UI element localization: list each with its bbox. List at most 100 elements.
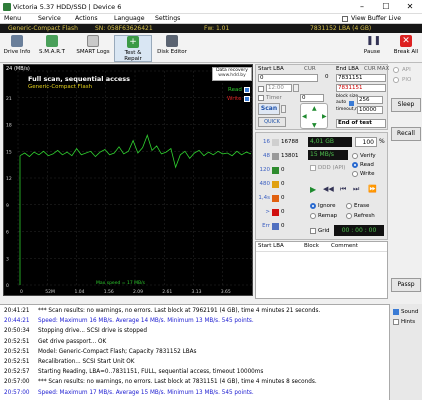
grid-timer: 00 : 00 : 00	[334, 225, 384, 236]
menu-item-language[interactable]: Language	[114, 15, 145, 22]
bin-color-swatch	[272, 209, 279, 216]
menu-item-actions[interactable]: Actions	[75, 15, 98, 22]
menu-item-service[interactable]: Service	[38, 15, 61, 22]
smart-logs-icon	[87, 35, 99, 47]
end-icon[interactable]: ⏩	[368, 185, 377, 193]
speed-display: 15 MB/s	[308, 150, 348, 160]
x-tick-label: 2.61	[162, 289, 172, 295]
api-radio[interactable]	[393, 67, 399, 73]
end-of-test-select[interactable]: End of test	[336, 119, 386, 128]
grid-checkbox[interactable]	[310, 228, 316, 234]
rewind-icon[interactable]: ◀◀	[323, 185, 334, 193]
ddd-checkbox[interactable]	[310, 165, 316, 171]
passp-button[interactable]: Passp	[391, 278, 421, 292]
arrow-up-icon[interactable]: ▲	[312, 105, 317, 112]
quick-button[interactable]: QUICK	[258, 117, 286, 127]
bin-ms-label: 48	[263, 153, 270, 159]
pio-radio[interactable]	[393, 77, 399, 83]
break-all-button[interactable]: ✕ Break All	[392, 35, 420, 62]
range-panel: Start LBA CUR End LBA CUR MAX 0 0 783115…	[255, 64, 389, 130]
arrow-right-icon[interactable]: ▶	[322, 113, 327, 120]
timer-spinner[interactable]	[293, 84, 299, 92]
erase-radio[interactable]	[346, 203, 352, 209]
col-start-lba[interactable]: Start LBA	[258, 243, 284, 249]
graph-subtitle: Generic-Compact Flash	[28, 84, 93, 90]
percent-sign: %	[379, 138, 385, 145]
log-row: 20:52:51 Model: Generic-Compact Flash; Ca…	[4, 349, 197, 359]
bin-count: 0	[281, 167, 285, 173]
write-radio[interactable]	[352, 171, 358, 177]
bin-color-swatch	[272, 167, 279, 174]
bin-count: 0	[281, 223, 285, 229]
write-label: Write	[360, 171, 375, 177]
sound-checkbox[interactable]	[393, 309, 399, 315]
pio-label: PIO	[402, 77, 412, 83]
start-lba-input[interactable]: 0	[258, 74, 318, 82]
grid-label: Grid	[318, 228, 330, 234]
test-repair-button[interactable]: + Test & Repair	[114, 35, 152, 62]
minimize-button[interactable]: –	[350, 0, 374, 14]
read-legend-checkbox[interactable]	[244, 87, 250, 93]
timer-time-input[interactable]: 12:00	[266, 84, 292, 92]
view-buffer-live-checkbox[interactable]	[342, 16, 348, 22]
scan-dropdown-icon[interactable]	[281, 105, 286, 113]
bin-count: 0	[281, 195, 285, 201]
col-block[interactable]: Block	[304, 243, 319, 249]
scan-button[interactable]: Scan	[258, 103, 280, 115]
recall-button[interactable]: Recall	[391, 127, 421, 141]
defects-table: Start LBA Block Comment	[255, 241, 388, 299]
close-button[interactable]: ✕	[398, 0, 422, 14]
stats-panel: 16 16788 48 13801 120 0 480 0 1,4s 0 >0 Err 0 4,01 G…	[255, 132, 388, 240]
x-tick-label: 0	[20, 289, 23, 295]
timer-value-input[interactable]: 0	[300, 94, 324, 102]
auto-checkbox[interactable]	[349, 101, 354, 106]
remap-radio[interactable]	[310, 213, 316, 219]
bin-count: 16788	[281, 139, 299, 145]
skip-back-icon[interactable]: ⏮	[340, 185, 346, 194]
bin-color-swatch	[272, 181, 279, 188]
block-size-select[interactable]: 256	[357, 96, 383, 104]
disk-editor-button[interactable]: Disk Editor	[156, 35, 188, 62]
y-tick-label: 3	[6, 256, 9, 262]
smart-button[interactable]: S.M.A.R.T	[36, 35, 68, 62]
verify-radio[interactable]	[352, 153, 358, 159]
ignore-radio[interactable]	[310, 203, 316, 209]
verify-label: Verify	[360, 153, 376, 159]
smart-logs-button[interactable]: SMART Logs	[76, 35, 110, 62]
timer-clock-checkbox[interactable]	[258, 86, 264, 92]
log-row: 20:52:51 Recalibration... SCSI Start Unit…	[4, 359, 135, 369]
refresh-radio[interactable]	[346, 213, 352, 219]
drive-info-button[interactable]: Drive Info	[3, 35, 31, 62]
skip-forward-icon[interactable]: ⏭	[353, 185, 359, 194]
timer-checkbox[interactable]	[258, 95, 264, 101]
maximize-button[interactable]: ☐	[374, 0, 398, 14]
end-cur-label: CUR	[364, 66, 376, 72]
graph-unit-label: 24 (MB/s)	[6, 66, 30, 72]
device-firmware: Fw: 1.01	[204, 25, 230, 32]
app-icon	[3, 3, 11, 11]
read-radio[interactable]	[352, 162, 358, 168]
play-icon[interactable]: ▶	[310, 185, 316, 194]
bin-ms-label: >	[265, 209, 270, 215]
direction-pad[interactable]: ▲ ◀ ▶ ▼	[300, 103, 328, 129]
speed-graph-canvas: 21 18 15 12 9 6 3 0 0 52M 1.04 1.56 2.09 2.61 3.13 3.65	[6, 70, 253, 295]
log-message: *** Scan results: no warnings, no errors…	[38, 308, 321, 314]
write-legend-checkbox[interactable]	[244, 96, 250, 102]
hints-checkbox[interactable]	[393, 319, 399, 325]
device-serial: SN: 058F63626421	[95, 25, 153, 32]
percent-display: 100	[355, 137, 377, 147]
end-lba-input[interactable]: 7831151	[336, 74, 386, 82]
menu-item-menu[interactable]: Menu	[4, 15, 21, 22]
sleep-button[interactable]: Sleep	[391, 98, 421, 112]
menu-item-settings[interactable]: Settings	[155, 15, 180, 22]
arrow-left-icon[interactable]: ◀	[302, 113, 307, 120]
toolbar: Drive Info S.M.A.R.T SMART Logs + Test &…	[0, 33, 422, 63]
arrow-down-icon[interactable]: ▼	[312, 122, 317, 129]
timeout-select[interactable]: 10000	[357, 106, 383, 114]
col-comment[interactable]: Comment	[331, 243, 358, 249]
end-lba-red-input[interactable]: 7831151	[336, 84, 386, 92]
log-timestamp: 20:52:51	[4, 359, 30, 365]
log-timestamp: 20:44:21	[4, 318, 30, 325]
pause-button[interactable]: ❚❚ Pause	[360, 35, 384, 62]
bin-ms-label: 1,4s	[258, 195, 270, 201]
